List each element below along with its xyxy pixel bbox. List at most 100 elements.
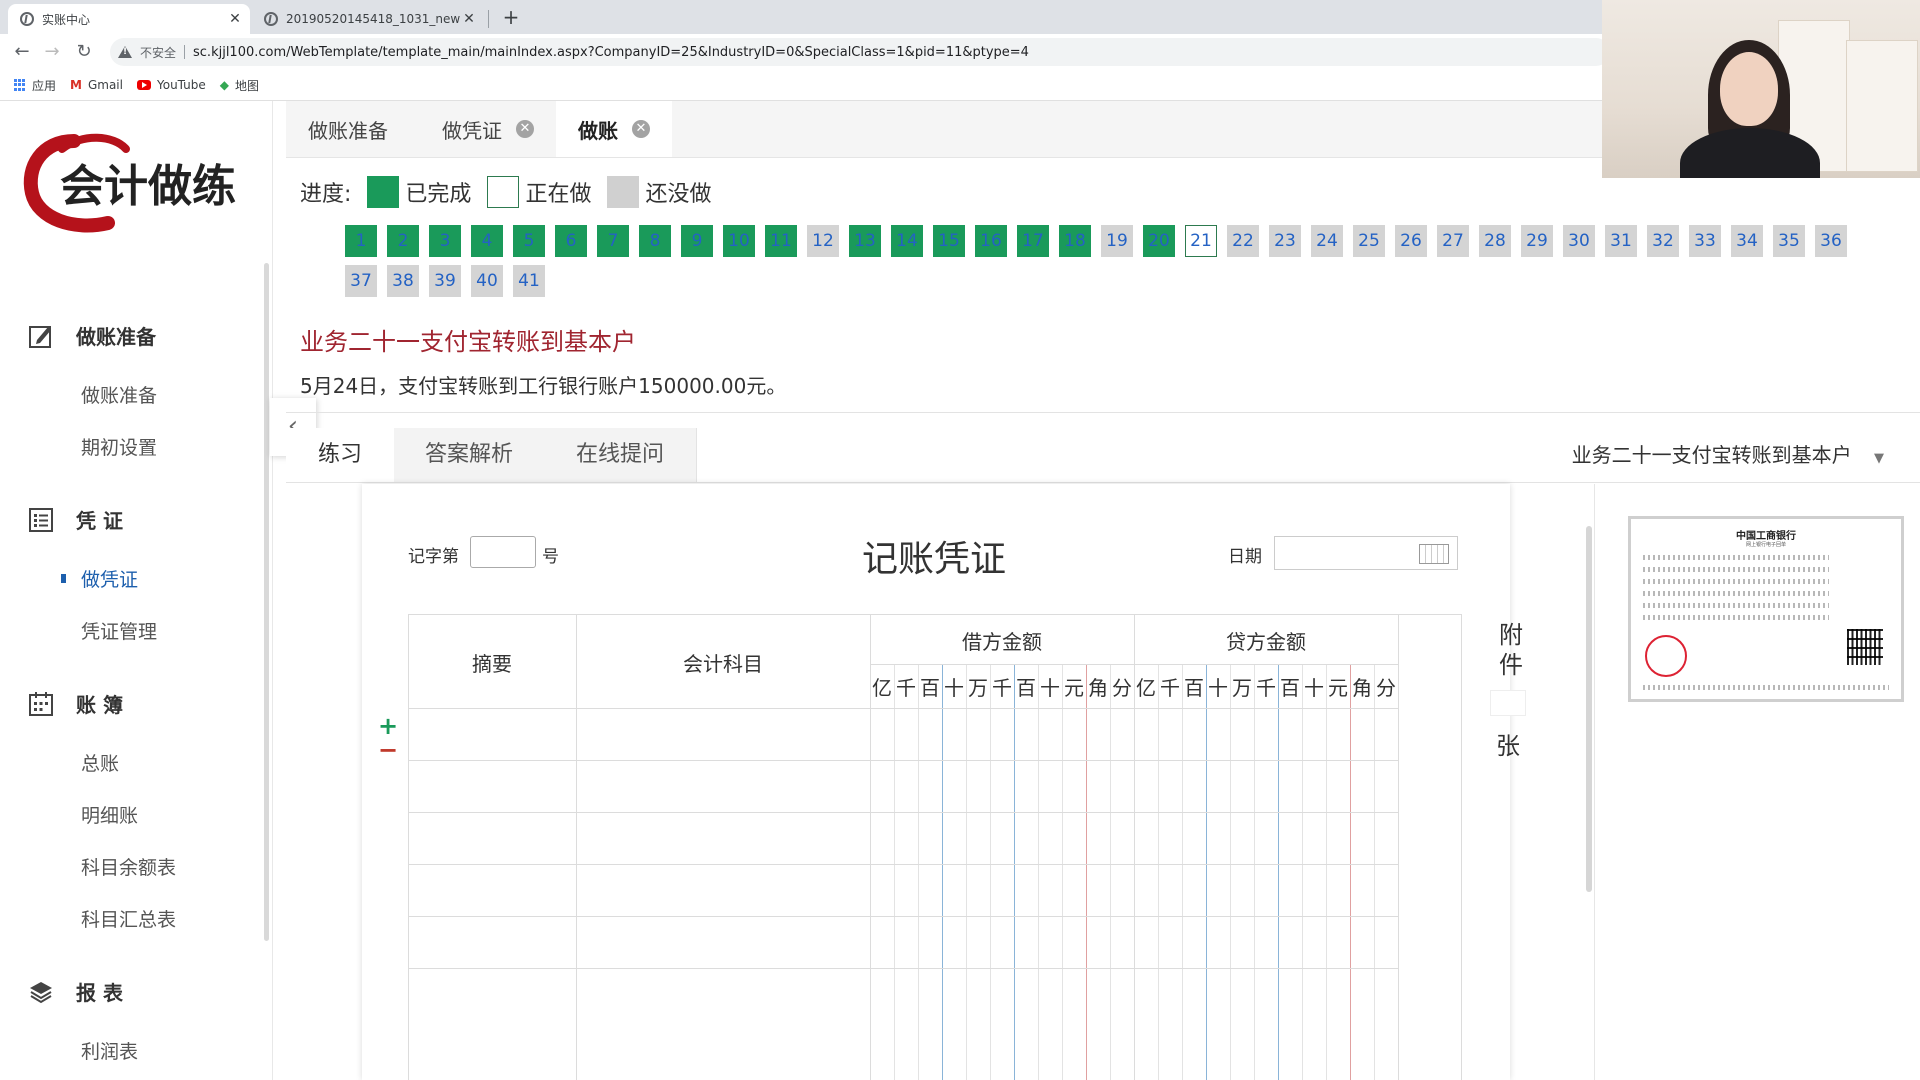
sidebar-item-income-statement[interactable]: 利润表: [81, 1037, 138, 1064]
receipt-text-line: [1643, 567, 1829, 572]
progress-step-4[interactable]: 4: [471, 225, 503, 257]
progress-step-15[interactable]: 15: [933, 225, 965, 257]
bank-receipt-thumbnail[interactable]: 中国工商银行 网上银行电子回单: [1628, 516, 1904, 702]
forward-arrow-icon[interactable]: →: [40, 40, 64, 64]
legend-doing-swatch: [487, 176, 520, 208]
progress-step-25[interactable]: 25: [1353, 225, 1385, 257]
browser-tab-inactive[interactable]: 20190520145418_1031_new.p ✕: [252, 4, 484, 34]
credit-digit-header: 亿: [1136, 676, 1156, 700]
progress-step-3[interactable]: 3: [429, 225, 461, 257]
business-select[interactable]: 业务二十一支付宝转账到基本户 ▼: [1572, 428, 1884, 482]
tab-bookkeeping[interactable]: 做账 ✕: [556, 101, 672, 157]
url-text[interactable]: sc.kjjl100.com/WebTemplate/template_main…: [193, 45, 1029, 60]
digit-column-line: [1014, 664, 1015, 1080]
progress-step-14[interactable]: 14: [891, 225, 923, 257]
sidebar-section-voucher[interactable]: 凭 证: [28, 505, 123, 534]
progress-step-37[interactable]: 37: [345, 265, 377, 297]
close-tab-icon[interactable]: ✕: [516, 120, 534, 138]
progress-step-30[interactable]: 30: [1563, 225, 1595, 257]
progress-step-7[interactable]: 7: [597, 225, 629, 257]
business-title: 业务二十一支付宝转账到基本户: [300, 328, 636, 356]
sidebar-section-bookkeeping-prep[interactable]: 做账准备: [28, 321, 156, 350]
bookmark-youtube[interactable]: YouTube: [136, 78, 206, 92]
progress-step-35[interactable]: 35: [1773, 225, 1805, 257]
progress-step-18[interactable]: 18: [1059, 225, 1091, 257]
date-input[interactable]: [1274, 536, 1458, 570]
progress-step-5[interactable]: 5: [513, 225, 545, 257]
progress-step-34[interactable]: 34: [1731, 225, 1763, 257]
progress-step-26[interactable]: 26: [1395, 225, 1427, 257]
browser-tab-active[interactable]: 实账中心 ✕: [8, 4, 250, 34]
close-tab-icon[interactable]: ✕: [460, 11, 478, 27]
progress-step-24[interactable]: 24: [1311, 225, 1343, 257]
progress-step-40[interactable]: 40: [471, 265, 503, 297]
bookmark-maps[interactable]: ◆ 地图: [220, 77, 259, 94]
calendar-picker-icon[interactable]: [1419, 544, 1449, 564]
progress-step-33[interactable]: 33: [1689, 225, 1721, 257]
tab-practice[interactable]: 练习: [286, 428, 395, 482]
remove-row-button[interactable]: −: [378, 736, 398, 764]
close-tab-icon[interactable]: ✕: [226, 11, 244, 27]
sidebar-section-reports[interactable]: 报 表: [28, 977, 123, 1006]
progress-step-12[interactable]: 12: [807, 225, 839, 257]
table-row-line: [408, 968, 1398, 969]
attachment-count-input[interactable]: [1490, 690, 1526, 716]
tab-make-voucher[interactable]: 做凭证 ✕: [420, 101, 556, 157]
bookmark-gmail[interactable]: M Gmail: [70, 78, 123, 92]
sidebar-item-opening-setup[interactable]: 期初设置: [81, 433, 157, 460]
back-arrow-icon[interactable]: ←: [10, 40, 34, 64]
digit-column-line: [990, 664, 991, 1080]
progress-step-41[interactable]: 41: [513, 265, 545, 297]
sidebar-item-make-voucher[interactable]: 做凭证: [60, 565, 138, 592]
progress-step-20[interactable]: 20: [1143, 225, 1175, 257]
progress-step-13[interactable]: 13: [849, 225, 881, 257]
voucher-form: 记字第 号 记账凭证 日期 摘要 会计科目 借方金额 贷方金额 + − 亿千百十…: [362, 484, 1510, 1080]
tab-bookkeeping-prep[interactable]: 做账准备: [286, 101, 410, 157]
tab-label: 做凭证: [442, 118, 502, 143]
voucher-scrollbar[interactable]: [1586, 526, 1592, 892]
progress-step-39[interactable]: 39: [429, 265, 461, 297]
sidebar-scrollbar[interactable]: [264, 263, 269, 941]
address-bar[interactable]: 不安全 sc.kjjl100.com/WebTemplate/template_…: [110, 38, 1610, 66]
progress-step-19[interactable]: 19: [1101, 225, 1133, 257]
attachment-unit: 张: [1496, 732, 1520, 760]
progress-step-10[interactable]: 10: [723, 225, 755, 257]
sidebar-item-voucher-management[interactable]: 凭证管理: [81, 617, 157, 644]
reload-icon[interactable]: ↻: [72, 40, 96, 64]
receipt-text-line: [1643, 615, 1829, 620]
progress-step-2[interactable]: 2: [387, 225, 419, 257]
progress-step-32[interactable]: 32: [1647, 225, 1679, 257]
warning-icon: [118, 46, 132, 58]
progress-step-8[interactable]: 8: [639, 225, 671, 257]
qr-code-icon: [1847, 629, 1883, 665]
progress-step-6[interactable]: 6: [555, 225, 587, 257]
progress-step-29[interactable]: 29: [1521, 225, 1553, 257]
tab-answer-analysis[interactable]: 答案解析: [394, 428, 545, 482]
progress-step-11[interactable]: 11: [765, 225, 797, 257]
sidebar-item-detail-ledger[interactable]: 明细账: [81, 801, 138, 828]
sidebar-section-ledgers[interactable]: 账 簿: [28, 689, 123, 718]
progress-step-9[interactable]: 9: [681, 225, 713, 257]
apps-icon: [14, 79, 26, 91]
progress-step-21[interactable]: 21: [1185, 225, 1217, 257]
progress-step-27[interactable]: 27: [1437, 225, 1469, 257]
progress-step-38[interactable]: 38: [387, 265, 419, 297]
voucher-number-input[interactable]: [470, 536, 536, 568]
progress-step-28[interactable]: 28: [1479, 225, 1511, 257]
progress-step-16[interactable]: 16: [975, 225, 1007, 257]
sidebar-item-account-balance[interactable]: 科目余额表: [81, 853, 176, 880]
sidebar-item-account-summary[interactable]: 科目汇总表: [81, 905, 176, 932]
progress-step-17[interactable]: 17: [1017, 225, 1049, 257]
progress-step-1[interactable]: 1: [345, 225, 377, 257]
background-shelf: [1846, 40, 1918, 172]
close-tab-icon[interactable]: ✕: [632, 120, 650, 138]
sidebar-item-bookkeeping-prep[interactable]: 做账准备: [81, 381, 157, 408]
bookmark-apps[interactable]: 应用: [14, 77, 56, 94]
new-tab-button[interactable]: +: [498, 4, 524, 30]
progress-step-23[interactable]: 23: [1269, 225, 1301, 257]
tab-online-question[interactable]: 在线提问: [544, 428, 697, 482]
progress-step-31[interactable]: 31: [1605, 225, 1637, 257]
sidebar-item-general-ledger[interactable]: 总账: [81, 749, 119, 776]
progress-step-22[interactable]: 22: [1227, 225, 1259, 257]
progress-step-36[interactable]: 36: [1815, 225, 1847, 257]
